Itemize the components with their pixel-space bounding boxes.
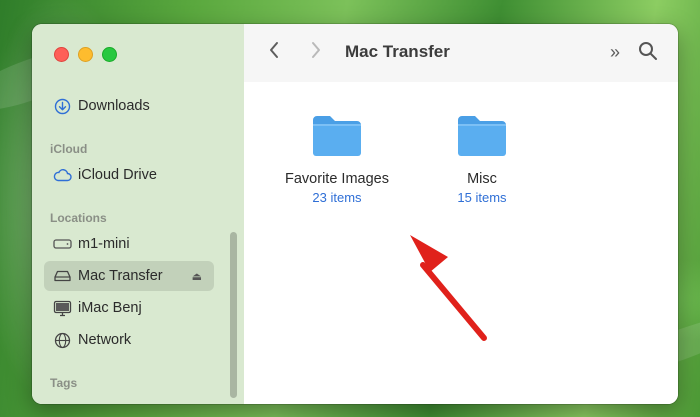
- back-button[interactable]: [268, 40, 280, 64]
- sidebar-section-icloud: iCloud: [50, 142, 88, 156]
- minimize-button[interactable]: [78, 47, 93, 62]
- sidebar-item-network[interactable]: Network: [44, 325, 214, 355]
- toolbar: Mac Transfer »: [244, 24, 678, 83]
- globe-icon: [52, 331, 72, 349]
- chevron-left-icon: [270, 42, 278, 58]
- window-title: Mac Transfer: [345, 42, 450, 61]
- external-drive-icon: [52, 267, 72, 285]
- drive-icon: [52, 235, 72, 253]
- search-button[interactable]: [638, 41, 658, 66]
- display-icon: [52, 299, 72, 317]
- sidebar-item-downloads[interactable]: Downloads: [44, 91, 214, 121]
- sidebar-item-label: iCloud Drive: [78, 167, 157, 183]
- sidebar-item-label: Mac Transfer: [78, 268, 163, 284]
- search-icon: [639, 42, 657, 60]
- window-controls: [54, 47, 117, 62]
- sidebar: Downloads iCloud iCloud Drive Locations …: [32, 24, 245, 404]
- eject-icon[interactable]: ⏏: [192, 270, 202, 283]
- sidebar-item-label: Network: [78, 332, 132, 348]
- sidebar-item-imac-benj[interactable]: iMac Benj: [44, 293, 214, 323]
- sidebar-item-label: m1-mini: [78, 236, 130, 252]
- sidebar-item-label: Downloads: [78, 98, 150, 114]
- red-arrow-annotation: [410, 235, 487, 341]
- sidebar-item-label: iMac Benj: [78, 300, 142, 316]
- folder-content: Favorite Images 23 items Misc 15 items: [244, 82, 678, 404]
- sidebar-item-icloud-drive[interactable]: iCloud Drive: [44, 160, 214, 190]
- sidebar-section-tags: Tags: [50, 376, 78, 390]
- download-icon: [52, 97, 72, 115]
- forward-button[interactable]: [310, 40, 322, 64]
- finder-window: Downloads iCloud iCloud Drive Locations …: [32, 24, 678, 404]
- toolbar-overflow-button[interactable]: »: [610, 42, 620, 63]
- sidebar-scrollbar[interactable]: [230, 232, 237, 398]
- sidebar-section-locations: Locations: [50, 211, 107, 225]
- sidebar-item-mac-transfer[interactable]: Mac Transfer ⏏: [44, 261, 214, 291]
- zoom-button[interactable]: [102, 47, 117, 62]
- sidebar-item-m1-mini[interactable]: m1-mini: [44, 229, 214, 259]
- close-button[interactable]: [54, 47, 69, 62]
- chevron-right-icon: [312, 42, 320, 58]
- cloud-icon: [52, 166, 72, 184]
